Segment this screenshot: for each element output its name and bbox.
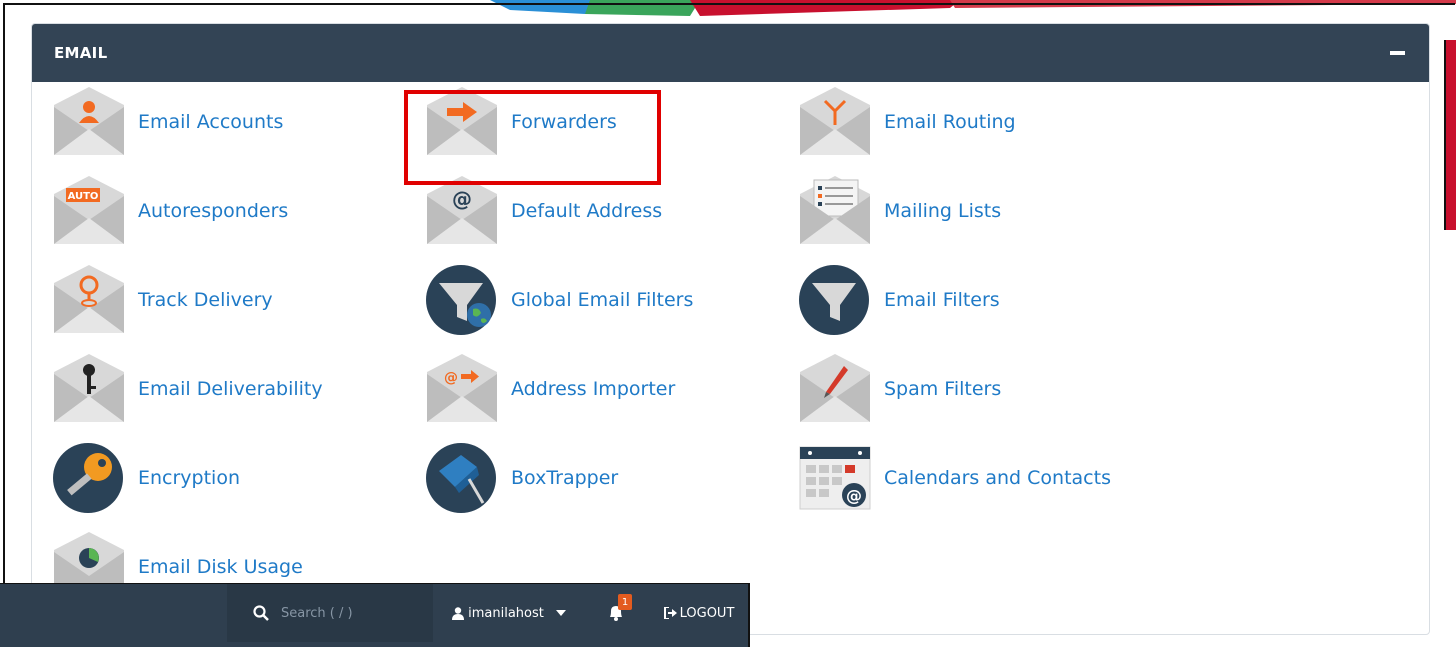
track-delivery-icon — [52, 263, 126, 337]
tool-email-routing[interactable]: Email Routing — [798, 82, 1016, 162]
tool-autoresponders[interactable]: AUTO Autoresponders — [52, 171, 288, 251]
email-routing-icon — [798, 85, 872, 159]
autoresponders-icon: AUTO — [52, 174, 126, 248]
tool-email-accounts[interactable]: Email Accounts — [52, 82, 283, 162]
collapse-button[interactable] — [1387, 43, 1407, 63]
encryption-icon — [52, 441, 126, 515]
tool-label: Email Accounts — [138, 111, 284, 133]
tool-address-importer[interactable]: @ Address Importer — [425, 349, 675, 429]
tool-label: BoxTrapper — [511, 467, 619, 489]
tool-label: Calendars and Contacts — [884, 467, 1111, 489]
tool-email-filters[interactable]: Email Filters — [798, 260, 1000, 340]
email-filters-icon — [798, 263, 872, 337]
boxtrapper-icon — [425, 441, 499, 515]
highlight-annotation — [404, 90, 661, 185]
svg-text:@: @ — [846, 486, 862, 505]
search-input[interactable] — [279, 604, 403, 622]
default-address-icon: @ — [425, 174, 499, 248]
tool-email-deliverability[interactable]: Email Deliverability — [52, 349, 323, 429]
tool-label: Email Filters — [884, 289, 1000, 311]
search-icon — [253, 605, 269, 621]
tool-label: Address Importer — [511, 378, 676, 400]
notifications-button[interactable] — [590, 584, 642, 642]
logout-icon — [663, 607, 677, 619]
tool-label: Autoresponders — [138, 200, 289, 222]
tool-label: Track Delivery — [138, 289, 273, 311]
tool-spam-filters[interactable]: Spam Filters — [798, 349, 1001, 429]
mailing-lists-icon — [798, 174, 872, 248]
logout-button[interactable]: LOGOUT — [650, 584, 748, 642]
right-edge-decoration — [1444, 40, 1456, 230]
search-box[interactable] — [227, 584, 433, 642]
tool-label: Default Address — [511, 200, 663, 222]
email-deliverability-icon — [52, 352, 126, 426]
username: imanilahost — [468, 605, 544, 621]
tool-mailing-lists[interactable]: Mailing Lists — [798, 171, 1001, 251]
spam-filters-icon — [798, 352, 872, 426]
user-menu[interactable]: imanilahost — [434, 584, 584, 642]
panel-title: EMAIL — [54, 44, 108, 62]
svg-text:@: @ — [444, 370, 458, 386]
top-navbar: imanilahost 1 LOGOUT — [0, 583, 750, 647]
tool-label: Mailing Lists — [884, 200, 1002, 222]
user-icon — [452, 606, 465, 620]
svg-text:@: @ — [452, 187, 472, 211]
email-panel: EMAIL Email Accounts Forwarders Email Ro… — [31, 23, 1430, 635]
minus-icon — [1389, 51, 1405, 55]
tool-label: Global Email Filters — [511, 289, 694, 311]
caret-down-icon — [555, 610, 566, 616]
tool-label: Email Disk Usage — [138, 556, 303, 578]
panel-header[interactable]: EMAIL — [32, 24, 1429, 82]
tool-label: Encryption — [138, 467, 241, 489]
tool-encryption[interactable]: Encryption — [52, 438, 240, 518]
tool-calendars-contacts[interactable]: @ Calendars and Contacts — [798, 438, 1111, 518]
email-accounts-icon — [52, 85, 126, 159]
calendars-contacts-icon: @ — [798, 441, 872, 515]
global-email-filters-icon — [425, 263, 499, 337]
tool-label: Email Deliverability — [138, 378, 323, 400]
tool-label: Spam Filters — [884, 378, 1002, 400]
logout-label: LOGOUT — [679, 605, 735, 621]
notification-badge: 1 — [618, 594, 632, 610]
tool-track-delivery[interactable]: Track Delivery — [52, 260, 273, 340]
tool-global-email-filters[interactable]: Global Email Filters — [425, 260, 693, 340]
tool-label: Email Routing — [884, 111, 1016, 133]
svg-text:AUTO: AUTO — [68, 191, 99, 202]
tool-boxtrapper[interactable]: BoxTrapper — [425, 438, 618, 518]
address-importer-icon: @ — [425, 352, 499, 426]
